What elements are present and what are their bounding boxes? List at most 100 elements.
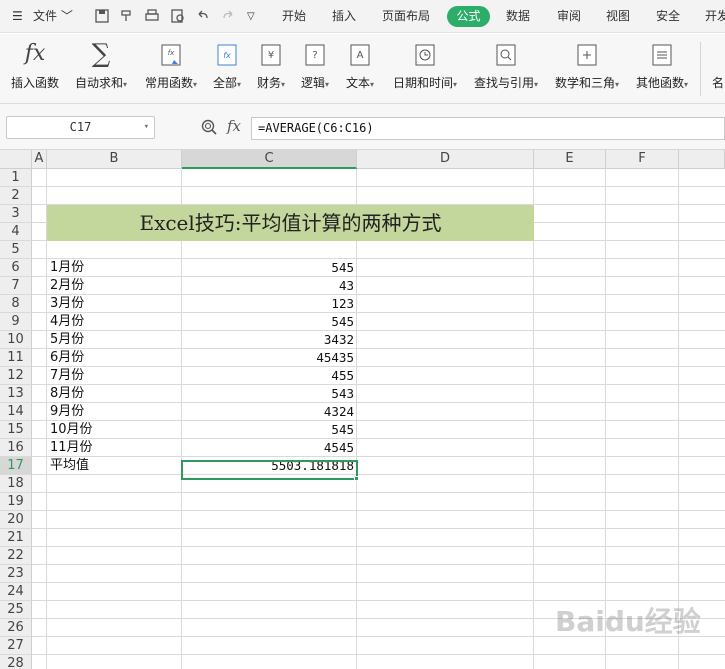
hamburger-menu-icon[interactable]: ☰: [12, 0, 23, 33]
logic-button[interactable]: ? 逻辑▾: [296, 34, 334, 104]
cell-b14-month-label[interactable]: 9月份: [50, 403, 84, 421]
column-header-b[interactable]: B: [47, 150, 182, 169]
row-header-21[interactable]: 21: [0, 529, 32, 547]
row-header-7[interactable]: 7: [0, 277, 32, 295]
cell-b8-month-label[interactable]: 3月份: [50, 295, 84, 313]
finance-button[interactable]: ¥ 财务▾: [252, 34, 290, 104]
row-header-23[interactable]: 23: [0, 565, 32, 583]
cell-b10-month-label[interactable]: 5月份: [50, 331, 84, 349]
tab-view[interactable]: 视图: [606, 0, 630, 33]
format-painter-icon[interactable]: [119, 8, 135, 24]
tab-data[interactable]: 数据: [506, 0, 530, 33]
fill-handle[interactable]: [354, 476, 359, 481]
other-functions-label: 其他函数▾: [635, 76, 689, 90]
customize-toolbar-icon[interactable]: ▽: [247, 0, 255, 33]
text-functions-button[interactable]: A 文本▾: [340, 34, 380, 104]
tab-home[interactable]: 开始: [282, 0, 306, 33]
row-header-22[interactable]: 22: [0, 547, 32, 565]
row-header-11[interactable]: 11: [0, 349, 32, 367]
cell-c10-value[interactable]: 3432: [324, 331, 354, 349]
cell-c14-value[interactable]: 4324: [324, 403, 354, 421]
row-header-16[interactable]: 16: [0, 439, 32, 457]
all-functions-button[interactable]: fx 全部▾: [208, 34, 246, 104]
cell-b13-month-label[interactable]: 8月份: [50, 385, 84, 403]
row-header-2[interactable]: 2: [0, 187, 32, 205]
cell-b15-month-label[interactable]: 10月份: [50, 421, 93, 439]
zoom-icon[interactable]: [200, 118, 218, 136]
cell-b16-month-label[interactable]: 11月份: [50, 439, 93, 457]
print-preview-icon[interactable]: [170, 8, 186, 24]
insert-function-button[interactable]: fx 插入函数: [6, 34, 64, 104]
cell-b12-month-label[interactable]: 7月份: [50, 367, 84, 385]
undo-icon[interactable]: [195, 8, 211, 24]
name-manager-button[interactable]: 名: [706, 34, 725, 104]
tab-security[interactable]: 安全: [656, 0, 680, 33]
row-header-19[interactable]: 19: [0, 493, 32, 511]
other-functions-button[interactable]: 其他函数▾: [630, 34, 694, 104]
row-header-24[interactable]: 24: [0, 583, 32, 601]
redo-icon[interactable]: [220, 8, 236, 24]
row-header-12[interactable]: 12: [0, 367, 32, 385]
tab-review[interactable]: 审阅: [557, 0, 581, 33]
row-header-17[interactable]: 17: [0, 457, 32, 475]
row-header-6[interactable]: 6: [0, 259, 32, 277]
cell-c16-value[interactable]: 4545: [324, 439, 354, 457]
formula-input[interactable]: =AVERAGE(C6:C16): [251, 117, 725, 140]
active-cell-selection[interactable]: [181, 460, 358, 480]
cell-c11-value[interactable]: 45435: [316, 349, 354, 367]
cell-c13-value[interactable]: 543: [331, 385, 354, 403]
row-header-27[interactable]: 27: [0, 637, 32, 655]
row-header-26[interactable]: 26: [0, 619, 32, 637]
autosum-button[interactable]: ∑ 自动求和▾: [70, 34, 132, 104]
row-header-25[interactable]: 25: [0, 601, 32, 619]
name-box[interactable]: C17 ▾: [6, 116, 155, 139]
row-header-9[interactable]: 9: [0, 313, 32, 331]
column-header-a[interactable]: A: [32, 150, 47, 169]
tab-insert[interactable]: 插入: [332, 0, 356, 33]
column-header-e[interactable]: E: [534, 150, 606, 169]
row-header-14[interactable]: 14: [0, 403, 32, 421]
svg-text:A: A: [357, 50, 364, 61]
row-header-8[interactable]: 8: [0, 295, 32, 313]
row-header-13[interactable]: 13: [0, 385, 32, 403]
insert-function-fx-icon[interactable]: fx: [227, 117, 241, 135]
cell-b6-month-label[interactable]: 1月份: [50, 259, 84, 277]
row-header-20[interactable]: 20: [0, 511, 32, 529]
file-menu[interactable]: 文件 ﹀: [33, 0, 73, 33]
tab-formulas[interactable]: 公式: [447, 6, 490, 27]
row-header-18[interactable]: 18: [0, 475, 32, 493]
column-header-g[interactable]: [679, 150, 725, 169]
column-gridline: [356, 169, 357, 669]
tab-page-layout[interactable]: 页面布局: [382, 0, 430, 33]
lookup-reference-button[interactable]: 查找与引用▾: [468, 34, 544, 104]
cell-b11-month-label[interactable]: 6月份: [50, 349, 84, 367]
select-all-corner[interactable]: [0, 150, 32, 169]
chevron-down-icon[interactable]: ▾: [144, 117, 149, 138]
row-gridline: [32, 384, 725, 385]
cell-c7-value[interactable]: 43: [339, 277, 354, 295]
row-header-5[interactable]: 5: [0, 241, 32, 259]
column-header-d[interactable]: D: [357, 150, 534, 169]
cell-c15-value[interactable]: 545: [331, 421, 354, 439]
row-header-1[interactable]: 1: [0, 169, 32, 187]
cell-c12-value[interactable]: 455: [331, 367, 354, 385]
column-header-f[interactable]: F: [606, 150, 679, 169]
row-header-3[interactable]: 3: [0, 205, 32, 223]
cell-c8-value[interactable]: 123: [331, 295, 354, 313]
date-time-button[interactable]: 日期和时间▾: [388, 34, 462, 104]
math-trig-button[interactable]: 数学和三角▾: [550, 34, 624, 104]
row-header-4[interactable]: 4: [0, 223, 32, 241]
print-icon[interactable]: [144, 8, 160, 24]
cell-b7-month-label[interactable]: 2月份: [50, 277, 84, 295]
common-functions-button[interactable]: fx 常用函数▾: [140, 34, 202, 104]
cell-b17-average-label[interactable]: 平均值: [50, 457, 89, 475]
save-icon[interactable]: [94, 8, 110, 24]
cell-c6-value[interactable]: 545: [331, 259, 354, 277]
column-header-c[interactable]: C: [182, 150, 357, 169]
tab-developer[interactable]: 开发: [705, 0, 725, 33]
cell-b9-month-label[interactable]: 4月份: [50, 313, 84, 331]
cell-c9-value[interactable]: 545: [331, 313, 354, 331]
row-header-10[interactable]: 10: [0, 331, 32, 349]
row-header-15[interactable]: 15: [0, 421, 32, 439]
row-header-28[interactable]: 28: [0, 655, 32, 669]
